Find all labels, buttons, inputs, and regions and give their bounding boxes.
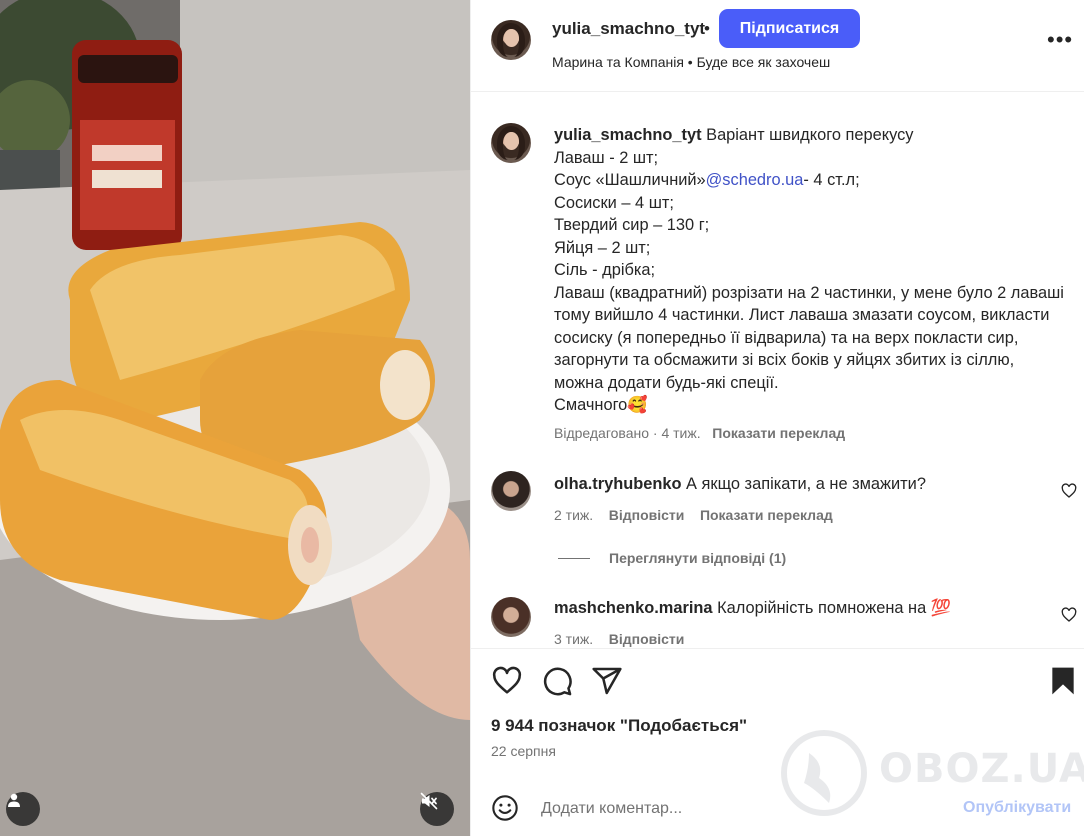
comment-body: Калорійність помножена на 💯 bbox=[712, 599, 952, 617]
caption-avatar[interactable] bbox=[491, 123, 531, 163]
view-replies-button[interactable]: Переглянути відповіді (1) bbox=[609, 550, 786, 566]
comment-username[interactable]: olha.tryhubenko bbox=[554, 475, 682, 493]
post-sidebar: yulia_smachno_tyt • Підписатися Марина т… bbox=[470, 0, 1084, 836]
comment-text: olha.tryhubenko А якщо запікати, а не зм… bbox=[554, 475, 926, 494]
more-options-icon[interactable]: ••• bbox=[1047, 29, 1073, 51]
comment-body: А якщо запікати, а не змажити? bbox=[681, 475, 926, 493]
comment-icon[interactable] bbox=[541, 665, 573, 697]
speaker-muted-icon bbox=[420, 792, 438, 810]
audio-subtitle[interactable]: Марина та Компанія • Буде все як захочеш bbox=[552, 54, 830, 70]
author-username[interactable]: yulia_smachno_tyt bbox=[552, 19, 705, 39]
edited-label: Відредаговано bbox=[554, 425, 650, 441]
user-icon bbox=[8, 793, 20, 807]
share-icon[interactable] bbox=[591, 665, 623, 697]
bookmark-icon[interactable] bbox=[1047, 665, 1079, 697]
comment-username[interactable]: mashchenko.marina bbox=[554, 599, 713, 617]
caption-text: yulia_smachno_tyt Варіант швидкого перек… bbox=[554, 124, 1064, 417]
caption-body-rest: - 4 ст.л; Сосиски – 4 шт; Твердий сир – … bbox=[554, 171, 1064, 414]
post-actions: 9 944 позначок "Подобається" 22 серпня bbox=[471, 648, 1084, 788]
comment-translate-link[interactable]: Показати переклад bbox=[700, 507, 833, 523]
comment-meta: 2 тиж. Відповісти Показати переклад bbox=[554, 507, 833, 523]
comment-like-icon[interactable] bbox=[1061, 483, 1077, 499]
caption-meta: Відредаговано · 4 тиж. Показати переклад bbox=[554, 425, 845, 441]
reply-link[interactable]: Відповісти bbox=[609, 631, 685, 647]
mention-link[interactable]: @schedro.ua bbox=[706, 171, 804, 189]
post-date[interactable]: 22 серпня bbox=[491, 743, 556, 759]
post-media[interactable] bbox=[0, 0, 470, 836]
comment-text: mashchenko.marina Калорійність помножена… bbox=[554, 599, 951, 618]
follow-button[interactable]: Підписатися bbox=[719, 9, 860, 48]
comments-list[interactable]: yulia_smachno_tyt Варіант швидкого перек… bbox=[471, 93, 1084, 648]
emoji-icon[interactable] bbox=[491, 794, 519, 822]
author-avatar[interactable] bbox=[491, 20, 531, 60]
replies-divider bbox=[558, 558, 590, 559]
tagged-users-button[interactable] bbox=[6, 792, 40, 826]
post-header: yulia_smachno_tyt • Підписатися Марина т… bbox=[471, 0, 1084, 92]
comment-time[interactable]: 2 тиж. bbox=[554, 507, 593, 523]
comment-avatar[interactable] bbox=[491, 471, 531, 511]
separator-dot: • bbox=[704, 19, 710, 38]
caption-username[interactable]: yulia_smachno_tyt bbox=[554, 126, 702, 144]
comment-meta: 3 тиж. Відповісти bbox=[554, 631, 684, 647]
caption-time[interactable]: · 4 тиж. bbox=[653, 425, 701, 441]
mute-button[interactable] bbox=[420, 792, 454, 826]
comment-input[interactable] bbox=[541, 796, 941, 822]
reply-link[interactable]: Відповісти bbox=[609, 507, 685, 523]
comment-time[interactable]: 3 тиж. bbox=[554, 631, 593, 647]
post-comment-button[interactable]: Опублікувати bbox=[963, 799, 1071, 817]
comment-avatar[interactable] bbox=[491, 597, 531, 637]
likes-count[interactable]: 9 944 позначок "Подобається" bbox=[491, 716, 747, 736]
caption-translate-link[interactable]: Показати переклад bbox=[712, 425, 845, 441]
comment-like-icon[interactable] bbox=[1061, 607, 1077, 623]
heart-icon[interactable] bbox=[491, 665, 523, 697]
comment-composer: Опублікувати bbox=[471, 780, 1084, 836]
food-photo bbox=[0, 0, 470, 836]
